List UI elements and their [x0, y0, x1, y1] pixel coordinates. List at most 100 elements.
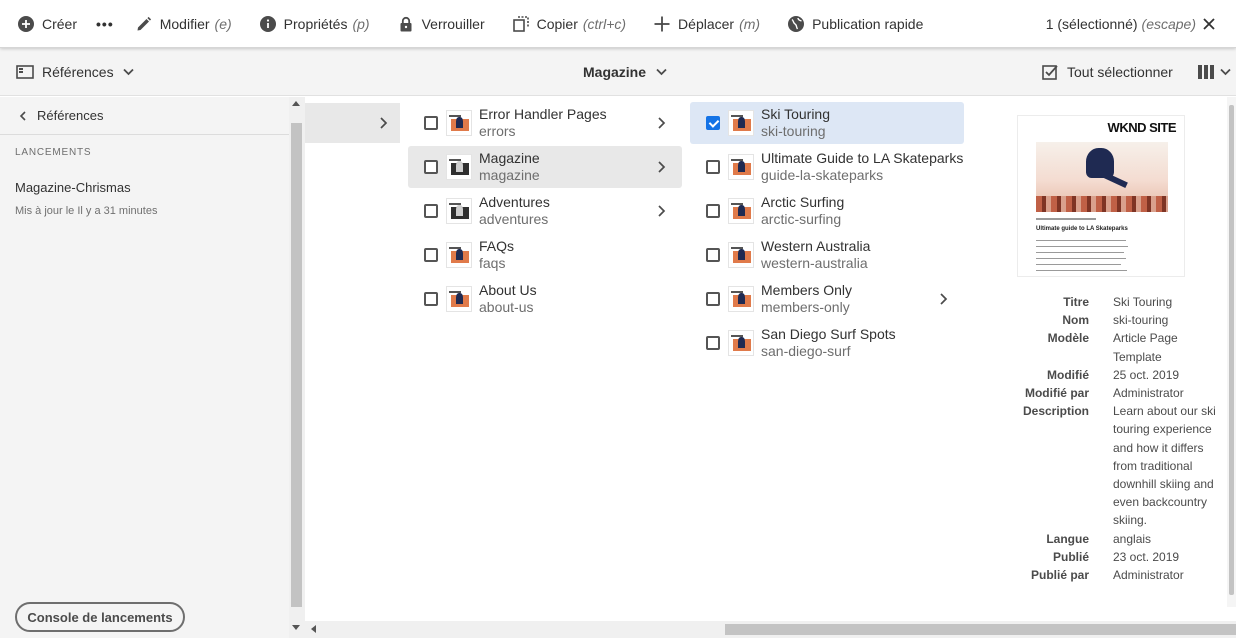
item-name: faqs [479, 255, 506, 271]
rail-toggle[interactable]: Références [16, 48, 134, 96]
left-rail: Références LANCEMENTS Magazine-Chrismas … [0, 97, 289, 638]
list-item[interactable]: Western Australia western-australia [690, 234, 964, 276]
move-button[interactable]: Déplacer (m) [654, 0, 760, 48]
breadcrumb[interactable]: Magazine [583, 48, 667, 96]
properties-button[interactable]: Propriétés (p) [259, 0, 370, 48]
list-item[interactable]: Ultimate Guide to LA Skateparks guide-la-… [690, 146, 964, 188]
item-name: magazine [479, 167, 540, 183]
property-row: Publié 23 oct. 2019 [1005, 548, 1235, 566]
preview-logo: WKND SITE [1107, 120, 1177, 135]
item-checkbox[interactable] [706, 116, 720, 130]
launch-console-button[interactable]: Console de lancements [15, 602, 185, 632]
item-checkbox[interactable] [706, 248, 720, 262]
property-value: Article Page Template [1113, 331, 1178, 364]
scroll-thumb[interactable] [725, 624, 1236, 635]
list-item[interactable]: Error Handler Pages errors [408, 102, 682, 144]
preview-line [1036, 264, 1121, 265]
page-thumbnail [728, 286, 754, 312]
scroll-up-arrow[interactable] [292, 101, 300, 106]
item-checkbox[interactable] [706, 204, 720, 218]
list-item[interactable]: San Diego Surf Spots san-diego-surf [690, 322, 964, 364]
rail-back-button[interactable]: Références [0, 97, 289, 135]
scroll-down-arrow[interactable] [292, 625, 300, 630]
item-name: members-only [761, 299, 850, 315]
item-checkbox[interactable] [424, 160, 438, 174]
item-title: Ultimate Guide to LA Skateparks [761, 150, 964, 166]
rail-icon [16, 65, 34, 79]
breadcrumb-label: Magazine [583, 64, 647, 80]
list-item[interactable]: About Us about-us [408, 278, 682, 320]
item-name: errors [479, 123, 516, 139]
column-view: Error Handler Pages errors Magazine magazi… [305, 97, 1236, 638]
item-checkbox[interactable] [706, 292, 720, 306]
property-key: Modèle [1047, 331, 1089, 346]
item-name: san-diego-surf [761, 343, 851, 359]
property-key: Modifié [1047, 367, 1089, 382]
scroll-thumb[interactable] [291, 123, 302, 607]
property-value: Learn about our ski touring experience a… [1113, 404, 1216, 528]
property-value: ski-touring [1113, 313, 1169, 328]
launch-item-title[interactable]: Magazine-Chrismas [15, 180, 131, 195]
copy-label: Copier [536, 15, 578, 32]
item-title: Arctic Surfing [761, 194, 845, 210]
copy-button[interactable]: Copier (ctrl+c) [512, 0, 626, 48]
item-name: ski-touring [761, 123, 826, 139]
item-checkbox[interactable] [706, 336, 720, 350]
item-name: guide-la-skateparks [761, 167, 884, 183]
lock-label: Verrouiller [421, 15, 485, 32]
list-item[interactable]: Arctic Surfing arctic-surfing [690, 190, 964, 232]
item-title: About Us [479, 282, 537, 298]
lock-button[interactable]: Verrouiller [398, 0, 485, 48]
rail-back-label: Références [37, 108, 104, 123]
scroll-thumb[interactable] [1229, 105, 1234, 595]
scroll-left-arrow[interactable] [311, 625, 316, 633]
copy-icon [512, 15, 529, 32]
item-checkbox[interactable] [424, 116, 438, 130]
item-checkbox[interactable] [424, 248, 438, 262]
property-row: Langue anglais [1005, 530, 1235, 548]
chevron-down-icon [656, 68, 667, 76]
chevron-down-icon [1220, 68, 1231, 76]
column-view-icon [1198, 65, 1214, 79]
horizontal-scrollbar[interactable] [305, 621, 1236, 638]
move-label: Déplacer [678, 15, 735, 32]
property-key: Modifié par [1024, 386, 1089, 401]
page-thumbnail [728, 154, 754, 180]
property-row: Nom ski-touring [1005, 311, 1235, 329]
property-row: Publié par Administrator [1005, 566, 1235, 584]
list-item[interactable]: FAQs faqs [408, 234, 682, 276]
preview-scrollbar[interactable] [1227, 97, 1236, 607]
item-checkbox[interactable] [706, 160, 720, 174]
list-item[interactable]: Members Only members-only [690, 278, 964, 320]
item-checkbox[interactable] [424, 204, 438, 218]
item-name: adventures [479, 211, 549, 227]
page-thumbnail [728, 330, 754, 356]
edit-button[interactable]: Modifier (e) [136, 0, 232, 48]
more-actions-button[interactable]: ••• [96, 0, 114, 48]
create-button[interactable]: Créer [18, 0, 77, 48]
properties-panel: Titre Ski Touring Nom ski-touring Modèle Ar… [1005, 293, 1235, 584]
list-item[interactable]: Magazine magazine [408, 146, 682, 188]
chevron-down-icon [122, 68, 134, 76]
page-thumbnail [728, 198, 754, 224]
property-row: Modifié par Administrator [1005, 384, 1235, 402]
view-switcher[interactable] [1198, 48, 1231, 96]
page-thumbnail [446, 110, 472, 136]
pencil-icon [137, 16, 151, 30]
select-all-label: Tout sélectionner [1067, 64, 1173, 80]
item-checkbox[interactable] [424, 292, 438, 306]
page-thumbnail [446, 242, 472, 268]
globe-icon [788, 15, 805, 32]
rail-scrollbar[interactable] [289, 97, 305, 638]
preview-line [1036, 258, 1126, 259]
item-title: Western Australia [761, 238, 871, 254]
properties-label: Propriétés [283, 15, 348, 32]
list-item[interactable]: Adventures adventures [408, 190, 682, 232]
select-all-button[interactable]: Tout sélectionner [1042, 48, 1173, 96]
item-title: Magazine [479, 150, 540, 166]
quick-publish-button[interactable]: Publication rapide [788, 0, 923, 48]
page-thumbnail [446, 198, 472, 224]
list-item[interactable]: Ski Touring ski-touring [690, 102, 964, 144]
parent-column-row[interactable] [305, 103, 400, 143]
close-icon[interactable] [1202, 17, 1216, 31]
